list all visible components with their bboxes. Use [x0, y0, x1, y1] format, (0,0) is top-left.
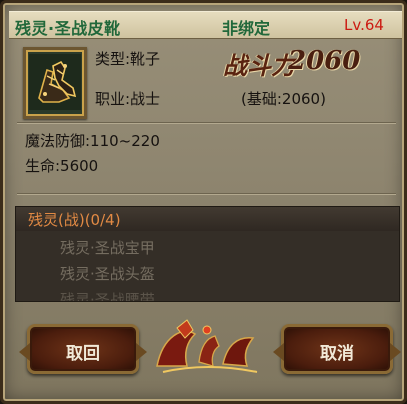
combat-power-label: 战斗力 [223, 51, 295, 80]
cancel-button[interactable]: 取消 [273, 324, 401, 374]
retrieve-button[interactable]: 取回 [19, 324, 147, 374]
item-level: Lv.64 [344, 16, 384, 34]
cancel-button-label: 取消 [320, 344, 354, 364]
bind-status: 非绑定 [222, 19, 271, 38]
set-bonus-box[interactable]: 残灵(战)(0/4) 残灵·圣战宝甲 残灵·圣战头盔 残灵·圣战腰带 [15, 206, 400, 302]
hp-stat: 生命:5600 [25, 157, 99, 175]
item-class: 职业:战士 [95, 90, 161, 108]
retrieve-button-label: 取回 [66, 344, 100, 364]
game-logo [156, 319, 258, 373]
magic-defense-stat: 魔法防御:110~220 [25, 132, 160, 150]
set-title: 残灵(战)(0/4) [28, 211, 121, 229]
item-name: 残灵·圣战皮靴 [15, 19, 121, 38]
item-tooltip-panel: 残灵·圣战皮靴 非绑定 Lv.64 类型:靴子 职业:战士 战斗力 2060 (… [0, 0, 407, 404]
base-power: (基础:2060) [241, 90, 326, 108]
set-item: 残灵·圣战腰带 [60, 291, 155, 302]
item-header: 残灵·圣战皮靴 非绑定 Lv.64 [9, 11, 402, 39]
item-type: 类型:靴子 [95, 50, 161, 68]
set-item: 残灵·圣战头盔 [60, 265, 155, 283]
set-title-bar: 残灵(战)(0/4) [16, 207, 399, 231]
set-item: 残灵·圣战宝甲 [60, 239, 155, 257]
item-icon-frame[interactable] [23, 47, 87, 119]
combat-power-value: 2060 [288, 46, 361, 76]
divider [17, 122, 396, 123]
boots-icon [29, 54, 81, 110]
divider [17, 193, 396, 194]
